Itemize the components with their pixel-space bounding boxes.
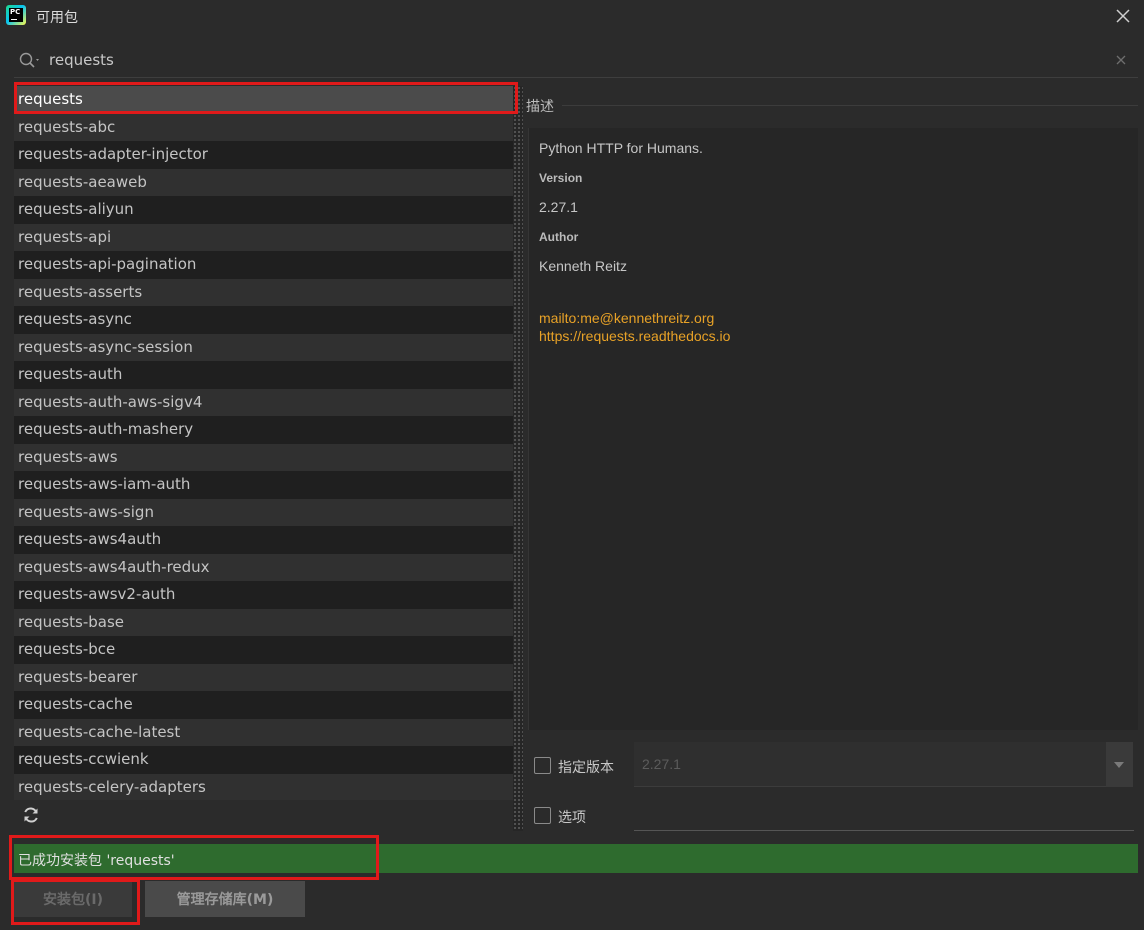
version-select-value: 2.27.1 (642, 756, 681, 772)
author-value: Kenneth Reitz (539, 258, 627, 274)
specify-version-row: 指定版本 2.27.1 (528, 730, 1140, 787)
options-label: 选项 (558, 810, 586, 826)
description-panel: Python HTTP for Humans. Version 2.27.1 A… (528, 128, 1138, 730)
options-checkbox[interactable] (534, 807, 551, 824)
package-list-item[interactable]: requests-celery-adapters (14, 773, 513, 801)
window-title: 可用包 (36, 10, 78, 26)
install-package-button[interactable]: 安装包(I) (14, 881, 132, 917)
close-button[interactable] (1110, 3, 1136, 29)
close-icon (1116, 9, 1130, 23)
package-list-item[interactable]: requests-adapter-injector (14, 141, 513, 169)
status-message: 已成功安装包 'requests' (18, 853, 175, 869)
search-bar[interactable]: requests (14, 42, 1138, 78)
package-list-item[interactable]: requests-bearer (14, 663, 513, 691)
package-list-item[interactable]: requests-auth-mashery (14, 416, 513, 444)
package-list-item[interactable]: requests (14, 86, 513, 114)
clear-search-icon[interactable] (1114, 53, 1128, 67)
status-banner: 已成功安装包 'requests' (14, 844, 1138, 873)
specify-version-checkbox[interactable] (534, 757, 551, 774)
author-label: Author (539, 230, 579, 244)
pycharm-logo-icon: PC (6, 5, 26, 25)
specify-version-label: 指定版本 (558, 760, 614, 776)
homepage-link[interactable]: https://requests.readthedocs.io (539, 328, 730, 344)
package-list-item[interactable]: requests-cache (14, 691, 513, 719)
package-list-item[interactable]: requests-aws (14, 443, 513, 471)
search-input[interactable]: requests (49, 51, 114, 69)
package-list-item[interactable]: requests-auth-aws-sigv4 (14, 388, 513, 416)
package-list-item[interactable]: requests-aws-iam-auth (14, 471, 513, 499)
package-list-item[interactable]: requests-base (14, 608, 513, 636)
package-list-item[interactable]: requests-api (14, 223, 513, 251)
panel-splitter[interactable] (513, 86, 523, 831)
package-list-item[interactable]: requests-aws-sign (14, 498, 513, 526)
package-list-item[interactable]: requests-ccwienk (14, 746, 513, 774)
package-list-item[interactable]: requests-async (14, 306, 513, 334)
package-list-item[interactable]: requests-auth (14, 361, 513, 389)
package-list-item[interactable]: requests-aws4auth-redux (14, 553, 513, 581)
package-list-item[interactable]: requests-bce (14, 636, 513, 664)
description-header: 描述 (526, 94, 1138, 116)
manage-repositories-button[interactable]: 管理存储库(M) (145, 881, 305, 917)
package-list-item[interactable]: requests-awsv2-auth (14, 581, 513, 609)
package-summary: Python HTTP for Humans. (539, 140, 703, 156)
description-header-label: 描述 (526, 96, 562, 116)
version-label: Version (539, 171, 583, 185)
package-list-item[interactable]: requests-api-pagination (14, 251, 513, 279)
list-toolbar (14, 800, 513, 831)
search-icon[interactable] (18, 51, 42, 71)
package-list[interactable]: requests requests-abc requests-adapter-inj… (14, 86, 513, 831)
package-list-items: requests requests-abc requests-adapter-inj… (14, 86, 513, 801)
package-list-item[interactable]: requests-abc (14, 113, 513, 141)
author-email-link[interactable]: mailto:me@kennethreitz.org (539, 310, 714, 326)
title-bar: PC 可用包 (0, 0, 1144, 32)
refresh-icon[interactable] (22, 806, 40, 824)
version-value: 2.27.1 (539, 199, 578, 215)
package-list-item[interactable]: requests-aliyun (14, 196, 513, 224)
package-list-item[interactable]: requests-cache-latest (14, 718, 513, 746)
description-header-divider (526, 105, 1138, 106)
package-list-item[interactable]: requests-aws4auth (14, 526, 513, 554)
package-list-item[interactable]: requests-aeaweb (14, 168, 513, 196)
package-list-item[interactable]: requests-async-session (14, 333, 513, 361)
options-input-underline[interactable] (634, 830, 1134, 831)
package-list-item[interactable]: requests-asserts (14, 278, 513, 306)
options-row: 选项 (528, 780, 1140, 831)
